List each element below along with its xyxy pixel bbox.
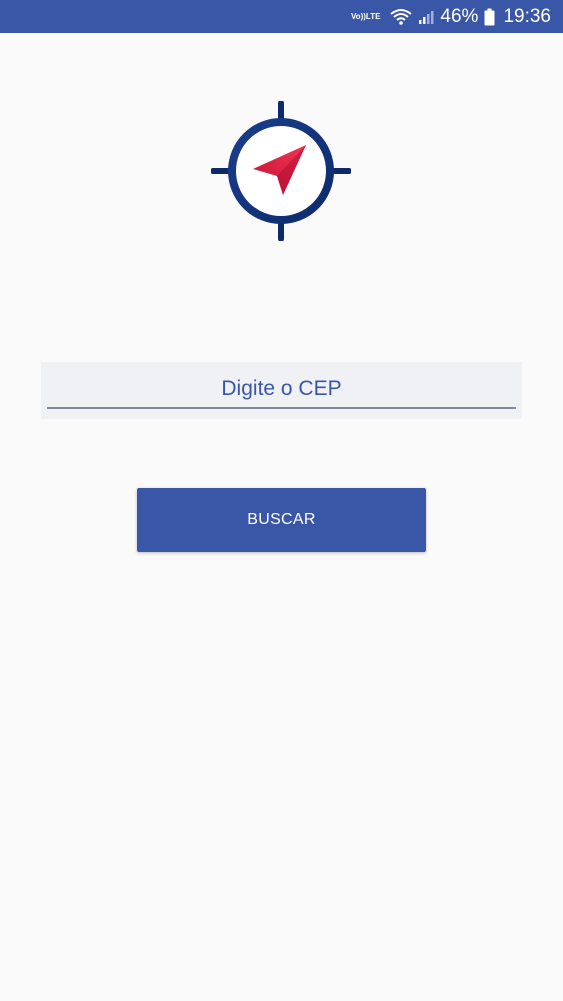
signal-icon bbox=[418, 9, 434, 25]
cep-input-underline bbox=[47, 407, 516, 409]
volte-icon: Vo)) LTE bbox=[350, 11, 381, 21]
volte-top-label: Vo)) bbox=[350, 11, 366, 21]
battery-percent: 46% bbox=[440, 5, 479, 27]
status-bar: Vo)) LTE 46% 19:36 bbox=[0, 0, 563, 33]
battery-icon bbox=[484, 8, 495, 26]
volte-bottom-label: LTE bbox=[365, 11, 381, 21]
cep-input[interactable] bbox=[47, 370, 516, 408]
wifi-icon bbox=[390, 8, 413, 26]
clock-time: 19:36 bbox=[503, 5, 551, 27]
search-button[interactable]: BUSCAR bbox=[137, 488, 426, 552]
location-compass-icon bbox=[210, 100, 352, 242]
cep-field bbox=[41, 362, 522, 419]
main-screen: BUSCAR bbox=[0, 33, 563, 1001]
